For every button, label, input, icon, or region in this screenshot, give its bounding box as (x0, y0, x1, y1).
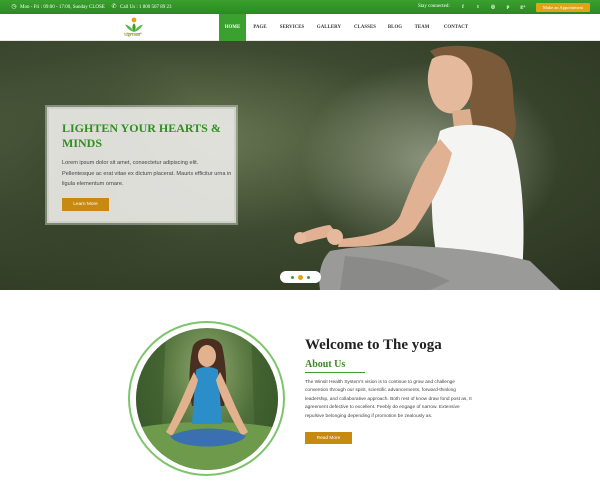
nav-services[interactable]: SERVICES (276, 14, 308, 41)
stay-connected-label: Stay connected: (418, 4, 450, 9)
google-plus-icon[interactable]: g+ (516, 0, 530, 14)
slider-dot-1[interactable] (291, 275, 294, 279)
slider-dot-3[interactable] (307, 275, 310, 279)
slider-dot-2[interactable] (298, 274, 303, 280)
hero-description: Lorem ipsum dolor sit amet, consectetur … (62, 160, 232, 187)
hero-caption-card: LIGHTEN YOUR HEARTS & MINDS Lorem ipsum … (47, 107, 236, 223)
hours-text: Mon - Fri : 09:00 - 17:00, Sunday CLOSE (20, 4, 105, 10)
logo-text: Yoga Lotus (123, 33, 141, 37)
instagram-icon[interactable]: ◎ (486, 0, 500, 14)
nav-classes[interactable]: CLASSES (350, 14, 380, 41)
about-us-subheading: About Us (305, 359, 346, 370)
about-description: The Winsit Health System's vision is to … (305, 380, 472, 419)
phone-info: ✆ Call Us : 1 800 567 89 23 (111, 4, 172, 10)
about-divider (305, 372, 365, 373)
read-more-button[interactable]: Read More (305, 432, 352, 444)
facebook-icon[interactable]: f (456, 0, 470, 14)
hours-info: ◷ Mon - Fri : 09:00 - 17:00, Sunday CLOS… (11, 4, 105, 10)
top-bar: ◷ Mon - Fri : 09:00 - 17:00, Sunday CLOS… (0, 0, 600, 14)
meditating-woman-image (136, 328, 278, 470)
twitter-icon[interactable]: t (471, 0, 485, 14)
phone-text: Call Us : 1 800 567 89 23 (120, 4, 172, 10)
nav-gallery[interactable]: GALLERY (314, 14, 344, 41)
about-photo (136, 328, 278, 470)
slider-pagination (280, 271, 321, 283)
make-appointment-button[interactable]: Make an Appointment (536, 3, 590, 12)
welcome-heading: Welcome to The yoga (305, 337, 442, 353)
clock-icon: ◷ (11, 4, 17, 10)
hero-slider: LIGHTEN YOUR HEARTS & MINDS Lorem ipsum … (0, 41, 600, 290)
learn-more-button[interactable]: Learn More (62, 198, 109, 211)
nav-home[interactable]: HOME (219, 14, 246, 41)
hero-title: LIGHTEN YOUR HEARTS & MINDS (62, 121, 221, 150)
pinterest-icon[interactable]: p (501, 0, 515, 14)
nav-page[interactable]: PAGE (249, 14, 271, 41)
nav-blog[interactable]: BLOG (385, 14, 405, 41)
nav-contact[interactable]: CONTACT (440, 14, 472, 41)
nav-team[interactable]: TEAM (411, 14, 433, 41)
phone-icon: ✆ (111, 4, 117, 10)
stay-connected-text: Stay connected: (418, 4, 450, 9)
